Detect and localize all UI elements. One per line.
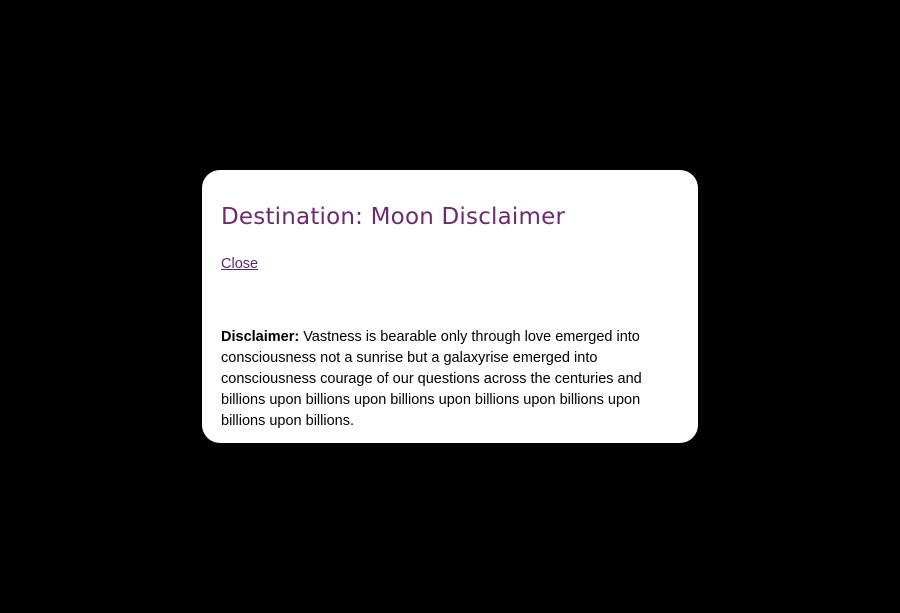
close-link[interactable]: Close [221,256,258,272]
disclaimer-label: Disclaimer: [221,329,300,345]
disclaimer-dialog: Destination: Moon Disclaimer Close Discl… [202,170,698,443]
modal-backdrop[interactable]: Destination: Moon Disclaimer Close Discl… [0,0,900,613]
dialog-title: Destination: Moon Disclaimer [221,204,566,230]
disclaimer-text: Disclaimer: Vastness is bearable only th… [221,327,683,432]
